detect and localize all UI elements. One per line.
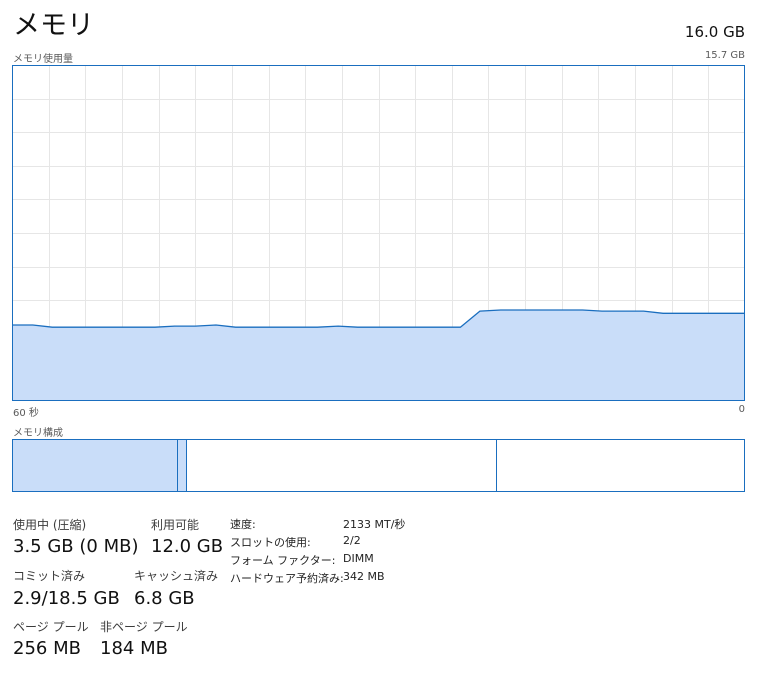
detail-value-hw-reserved: 342 MB	[343, 570, 385, 583]
composition-segment-modified	[176, 439, 187, 492]
chart-max-label: 15.7 GB	[704, 50, 745, 61]
available-label: 利用可能	[151, 518, 200, 532]
composition-label: メモリ構成	[13, 428, 63, 439]
in-use-label: 使用中 (圧縮)	[13, 518, 87, 532]
available-value: 12.0 GB	[151, 536, 224, 557]
page-title: メモリ	[13, 10, 94, 41]
detail-value-form-factor: DIMM	[343, 552, 374, 565]
x-axis-right-label: 0	[738, 404, 745, 415]
paged-pool-label: ページ プール	[13, 620, 89, 634]
detail-value-speed: 2133 MT/秒	[343, 518, 406, 531]
composition-segment-free	[495, 439, 745, 492]
memory-usage-chart	[12, 65, 745, 401]
memory-composition-bar[interactable]	[12, 439, 745, 492]
detail-key-form-factor: フォーム ファクター:	[230, 554, 336, 567]
nonpaged-pool-value: 184 MB	[100, 638, 168, 659]
detail-value-slots: 2/2	[343, 534, 361, 547]
x-axis-left-label: 60 秒	[13, 408, 39, 419]
composition-segment-in-use	[12, 439, 177, 492]
in-use-value: 3.5 GB (0 MB)	[13, 536, 139, 557]
cached-value: 6.8 GB	[134, 588, 195, 609]
committed-value: 2.9/18.5 GB	[13, 588, 120, 609]
nonpaged-pool-label: 非ページ プール	[100, 620, 188, 634]
usage-area	[12, 310, 745, 401]
detail-key-speed: 速度:	[230, 518, 256, 531]
cached-label: キャッシュ済み	[134, 569, 219, 583]
chart-label: メモリ使用量	[13, 54, 73, 65]
detail-key-hw-reserved: ハードウェア予約済み:	[230, 572, 344, 585]
committed-label: コミット済み	[13, 569, 86, 583]
paged-pool-value: 256 MB	[13, 638, 81, 659]
composition-segment-standby	[186, 439, 496, 492]
total-memory: 16.0 GB	[684, 23, 745, 41]
detail-key-slots: スロットの使用:	[230, 536, 311, 549]
